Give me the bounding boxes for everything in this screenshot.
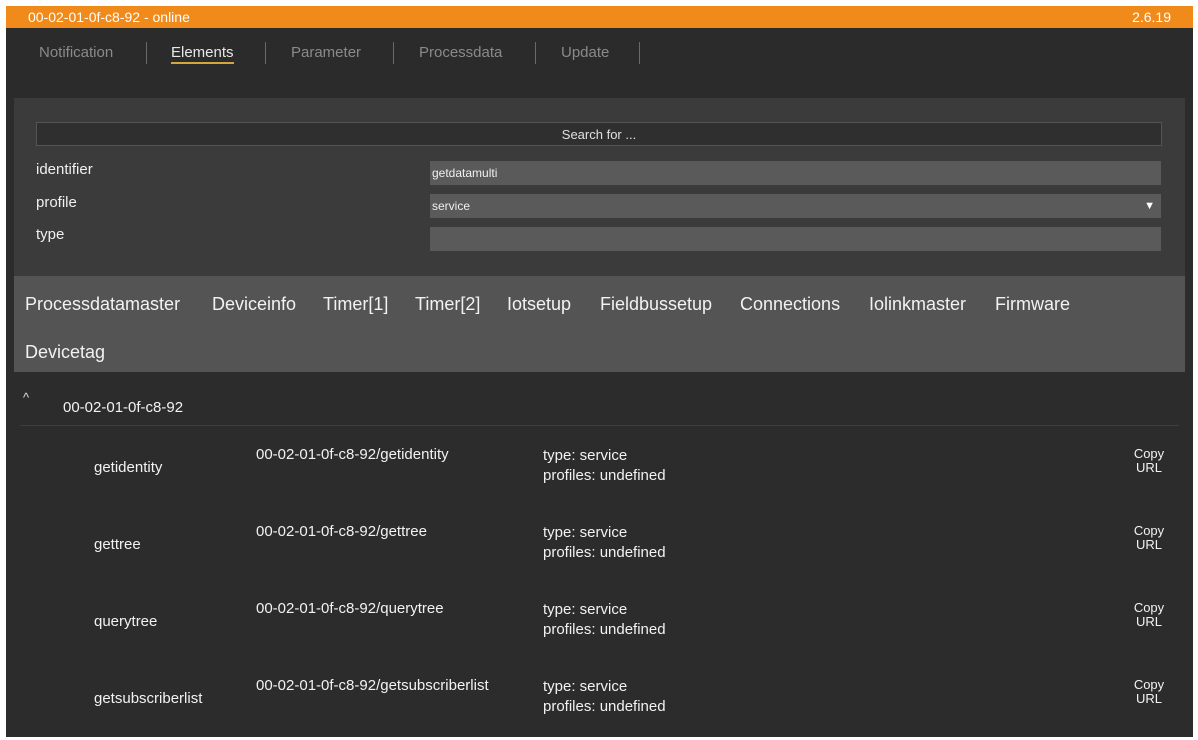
search-panel: Search for ... identifier profile servic… bbox=[14, 98, 1185, 276]
copy-url-label-line1: Copy bbox=[1133, 446, 1165, 461]
copy-url-button[interactable]: Copy URL bbox=[1124, 601, 1174, 629]
category-connections[interactable]: Connections bbox=[740, 294, 840, 315]
element-path: 00-02-01-0f-c8-92/getsubscriberlist bbox=[256, 677, 489, 694]
tab-parameter[interactable]: Parameter bbox=[291, 44, 361, 61]
element-path: 00-02-01-0f-c8-92/querytree bbox=[256, 600, 444, 617]
copy-url-label-line2: URL bbox=[1135, 460, 1162, 475]
type-input[interactable] bbox=[430, 227, 1161, 251]
category-deviceinfo[interactable]: Deviceinfo bbox=[212, 294, 296, 315]
profile-selected-value: service bbox=[432, 199, 471, 213]
category-timer-1[interactable]: Timer[1] bbox=[323, 294, 388, 315]
element-meta: type: service profiles: undefined bbox=[543, 523, 666, 563]
element-name: gettree bbox=[94, 536, 141, 553]
element-path: 00-02-01-0f-c8-92/gettree bbox=[256, 523, 427, 540]
table-row: getsubscriberlist 00-02-01-0f-c8-92/gets… bbox=[6, 667, 1193, 737]
element-type: type: service bbox=[543, 678, 628, 695]
element-profiles: profiles: undefined bbox=[543, 698, 666, 715]
window-title: 00-02-01-0f-c8-92 - online bbox=[28, 9, 190, 25]
element-type: type: service bbox=[543, 601, 628, 618]
element-path: 00-02-01-0f-c8-92/getidentity bbox=[256, 446, 449, 463]
element-name: getsubscriberlist bbox=[94, 690, 203, 707]
table-row: getidentity 00-02-01-0f-c8-92/getidentit… bbox=[6, 436, 1193, 513]
category-iotsetup[interactable]: Iotsetup bbox=[507, 294, 571, 315]
category-iolinkmaster[interactable]: Iolinkmaster bbox=[869, 294, 966, 315]
element-profiles: profiles: undefined bbox=[543, 467, 666, 484]
tab-elements[interactable]: Elements bbox=[171, 44, 234, 64]
identifier-input[interactable] bbox=[430, 161, 1161, 185]
tab-separator bbox=[535, 42, 536, 64]
element-name: getidentity bbox=[94, 459, 163, 476]
app-window: 00-02-01-0f-c8-92 - online 2.6.19 Notifi… bbox=[6, 6, 1193, 737]
category-devicetag[interactable]: Devicetag bbox=[25, 342, 105, 363]
tab-update[interactable]: Update bbox=[561, 44, 609, 61]
copy-url-label-line1: Copy bbox=[1133, 600, 1165, 615]
element-name: querytree bbox=[94, 613, 158, 630]
tab-separator bbox=[146, 42, 147, 64]
tab-bar: Notification Elements Parameter Processd… bbox=[6, 28, 1193, 98]
divider bbox=[20, 425, 1179, 426]
copy-url-button[interactable]: Copy URL bbox=[1124, 678, 1174, 706]
tab-processdata[interactable]: Processdata bbox=[419, 44, 502, 61]
element-type: type: service bbox=[543, 524, 628, 541]
element-meta: type: service profiles: undefined bbox=[543, 600, 666, 640]
type-label: type bbox=[36, 226, 65, 243]
tab-separator bbox=[265, 42, 266, 64]
element-tree: ^ 00-02-01-0f-c8-92 getidentity 00-02-01… bbox=[6, 372, 1193, 737]
category-timer-2[interactable]: Timer[2] bbox=[415, 294, 480, 315]
version-label: 2.6.19 bbox=[1132, 9, 1171, 25]
identifier-label: identifier bbox=[36, 161, 93, 178]
tab-separator bbox=[639, 42, 640, 64]
search-button[interactable]: Search for ... bbox=[36, 122, 1162, 146]
copy-url-label-line2: URL bbox=[1135, 614, 1162, 629]
category-fieldbussetup[interactable]: Fieldbussetup bbox=[600, 294, 712, 315]
collapse-caret-icon[interactable]: ^ bbox=[23, 390, 29, 405]
category-bar: Processdatamaster Deviceinfo Timer[1] Ti… bbox=[14, 276, 1185, 372]
tree-root-node: 00-02-01-0f-c8-92 bbox=[63, 399, 184, 416]
copy-url-label-line2: URL bbox=[1135, 537, 1162, 552]
tab-separator bbox=[393, 42, 394, 64]
element-type: type: service bbox=[543, 447, 628, 464]
copy-url-label-line1: Copy bbox=[1133, 523, 1165, 538]
table-row: querytree 00-02-01-0f-c8-92/querytree ty… bbox=[6, 590, 1193, 667]
element-meta: type: service profiles: undefined bbox=[543, 446, 666, 486]
title-bar: 00-02-01-0f-c8-92 - online 2.6.19 bbox=[6, 6, 1193, 28]
element-meta: type: service profiles: undefined bbox=[543, 677, 666, 717]
copy-url-button[interactable]: Copy URL bbox=[1124, 524, 1174, 552]
element-profiles: profiles: undefined bbox=[543, 544, 666, 561]
element-profiles: profiles: undefined bbox=[543, 621, 666, 638]
copy-url-label-line1: Copy bbox=[1133, 677, 1165, 692]
category-firmware[interactable]: Firmware bbox=[995, 294, 1070, 315]
tab-notification[interactable]: Notification bbox=[39, 44, 113, 61]
dropdown-arrow-icon: ▼ bbox=[1144, 200, 1155, 212]
copy-url-label-line2: URL bbox=[1135, 691, 1162, 706]
copy-url-button[interactable]: Copy URL bbox=[1124, 447, 1174, 475]
table-row: gettree 00-02-01-0f-c8-92/gettree type: … bbox=[6, 513, 1193, 590]
category-processdatamaster[interactable]: Processdatamaster bbox=[25, 294, 180, 315]
profile-label: profile bbox=[36, 194, 77, 211]
profile-select[interactable]: service ▼ bbox=[430, 194, 1161, 218]
